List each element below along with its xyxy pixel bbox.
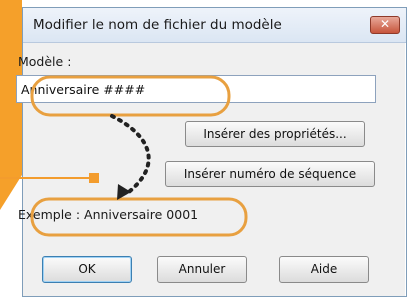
insert-sequence-button[interactable]: Insérer numéro de séquence bbox=[165, 161, 375, 187]
close-button[interactable]: ✕ bbox=[370, 16, 400, 34]
cancel-button[interactable]: Annuler bbox=[157, 256, 247, 283]
rename-dialog: Modifier le nom de fichier du modèle ✕ bbox=[22, 7, 407, 297]
title-bar: Modifier le nom de fichier du modèle ✕ bbox=[23, 8, 406, 43]
help-button[interactable]: Aide bbox=[279, 256, 369, 283]
dialog-title: Modifier le nom de fichier du modèle bbox=[33, 17, 282, 33]
template-input[interactable]: Anniversaire #### bbox=[16, 75, 376, 103]
ok-button[interactable]: OK bbox=[42, 256, 132, 283]
example-text: Exemple : Anniversaire 0001 bbox=[18, 207, 199, 222]
template-label: Modèle : bbox=[18, 54, 72, 69]
insert-properties-button[interactable]: Insérer des propriétés... bbox=[185, 121, 365, 147]
